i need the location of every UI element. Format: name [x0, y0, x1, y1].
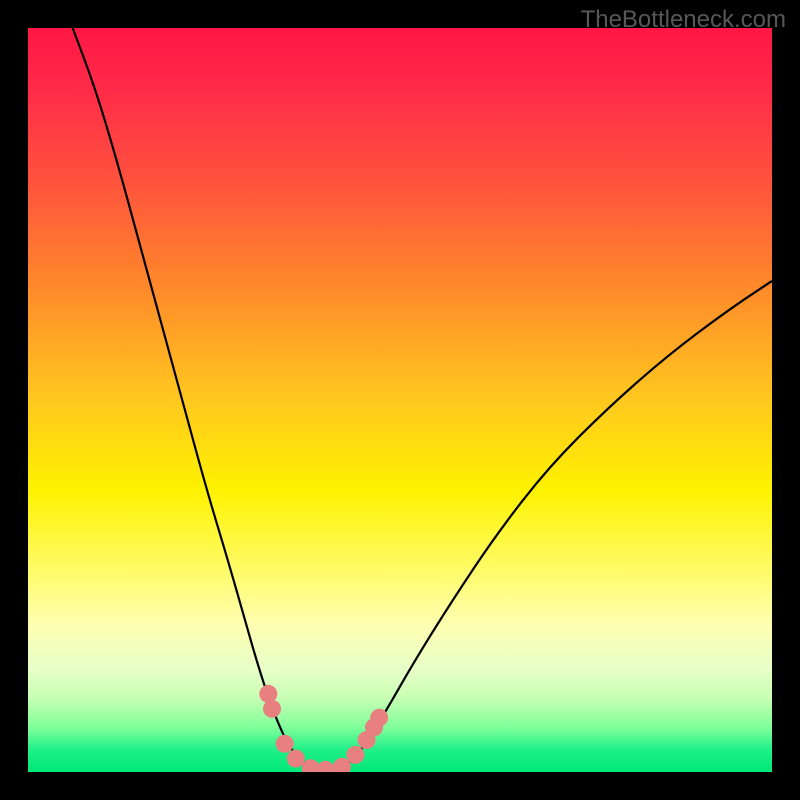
chart-container: TheBottleneck.com: [0, 0, 800, 800]
highlight-dot: [370, 709, 388, 727]
watermark-text: TheBottleneck.com: [581, 6, 786, 34]
curve-layer: [28, 28, 772, 772]
highlight-dot: [287, 750, 305, 768]
highlight-dot: [276, 735, 294, 753]
highlighted-points: [259, 685, 388, 772]
bottleneck-curve: [73, 28, 772, 770]
highlight-dot: [346, 746, 364, 764]
plot-area: [28, 28, 772, 772]
highlight-dot: [263, 700, 281, 718]
highlight-dot: [317, 761, 335, 772]
